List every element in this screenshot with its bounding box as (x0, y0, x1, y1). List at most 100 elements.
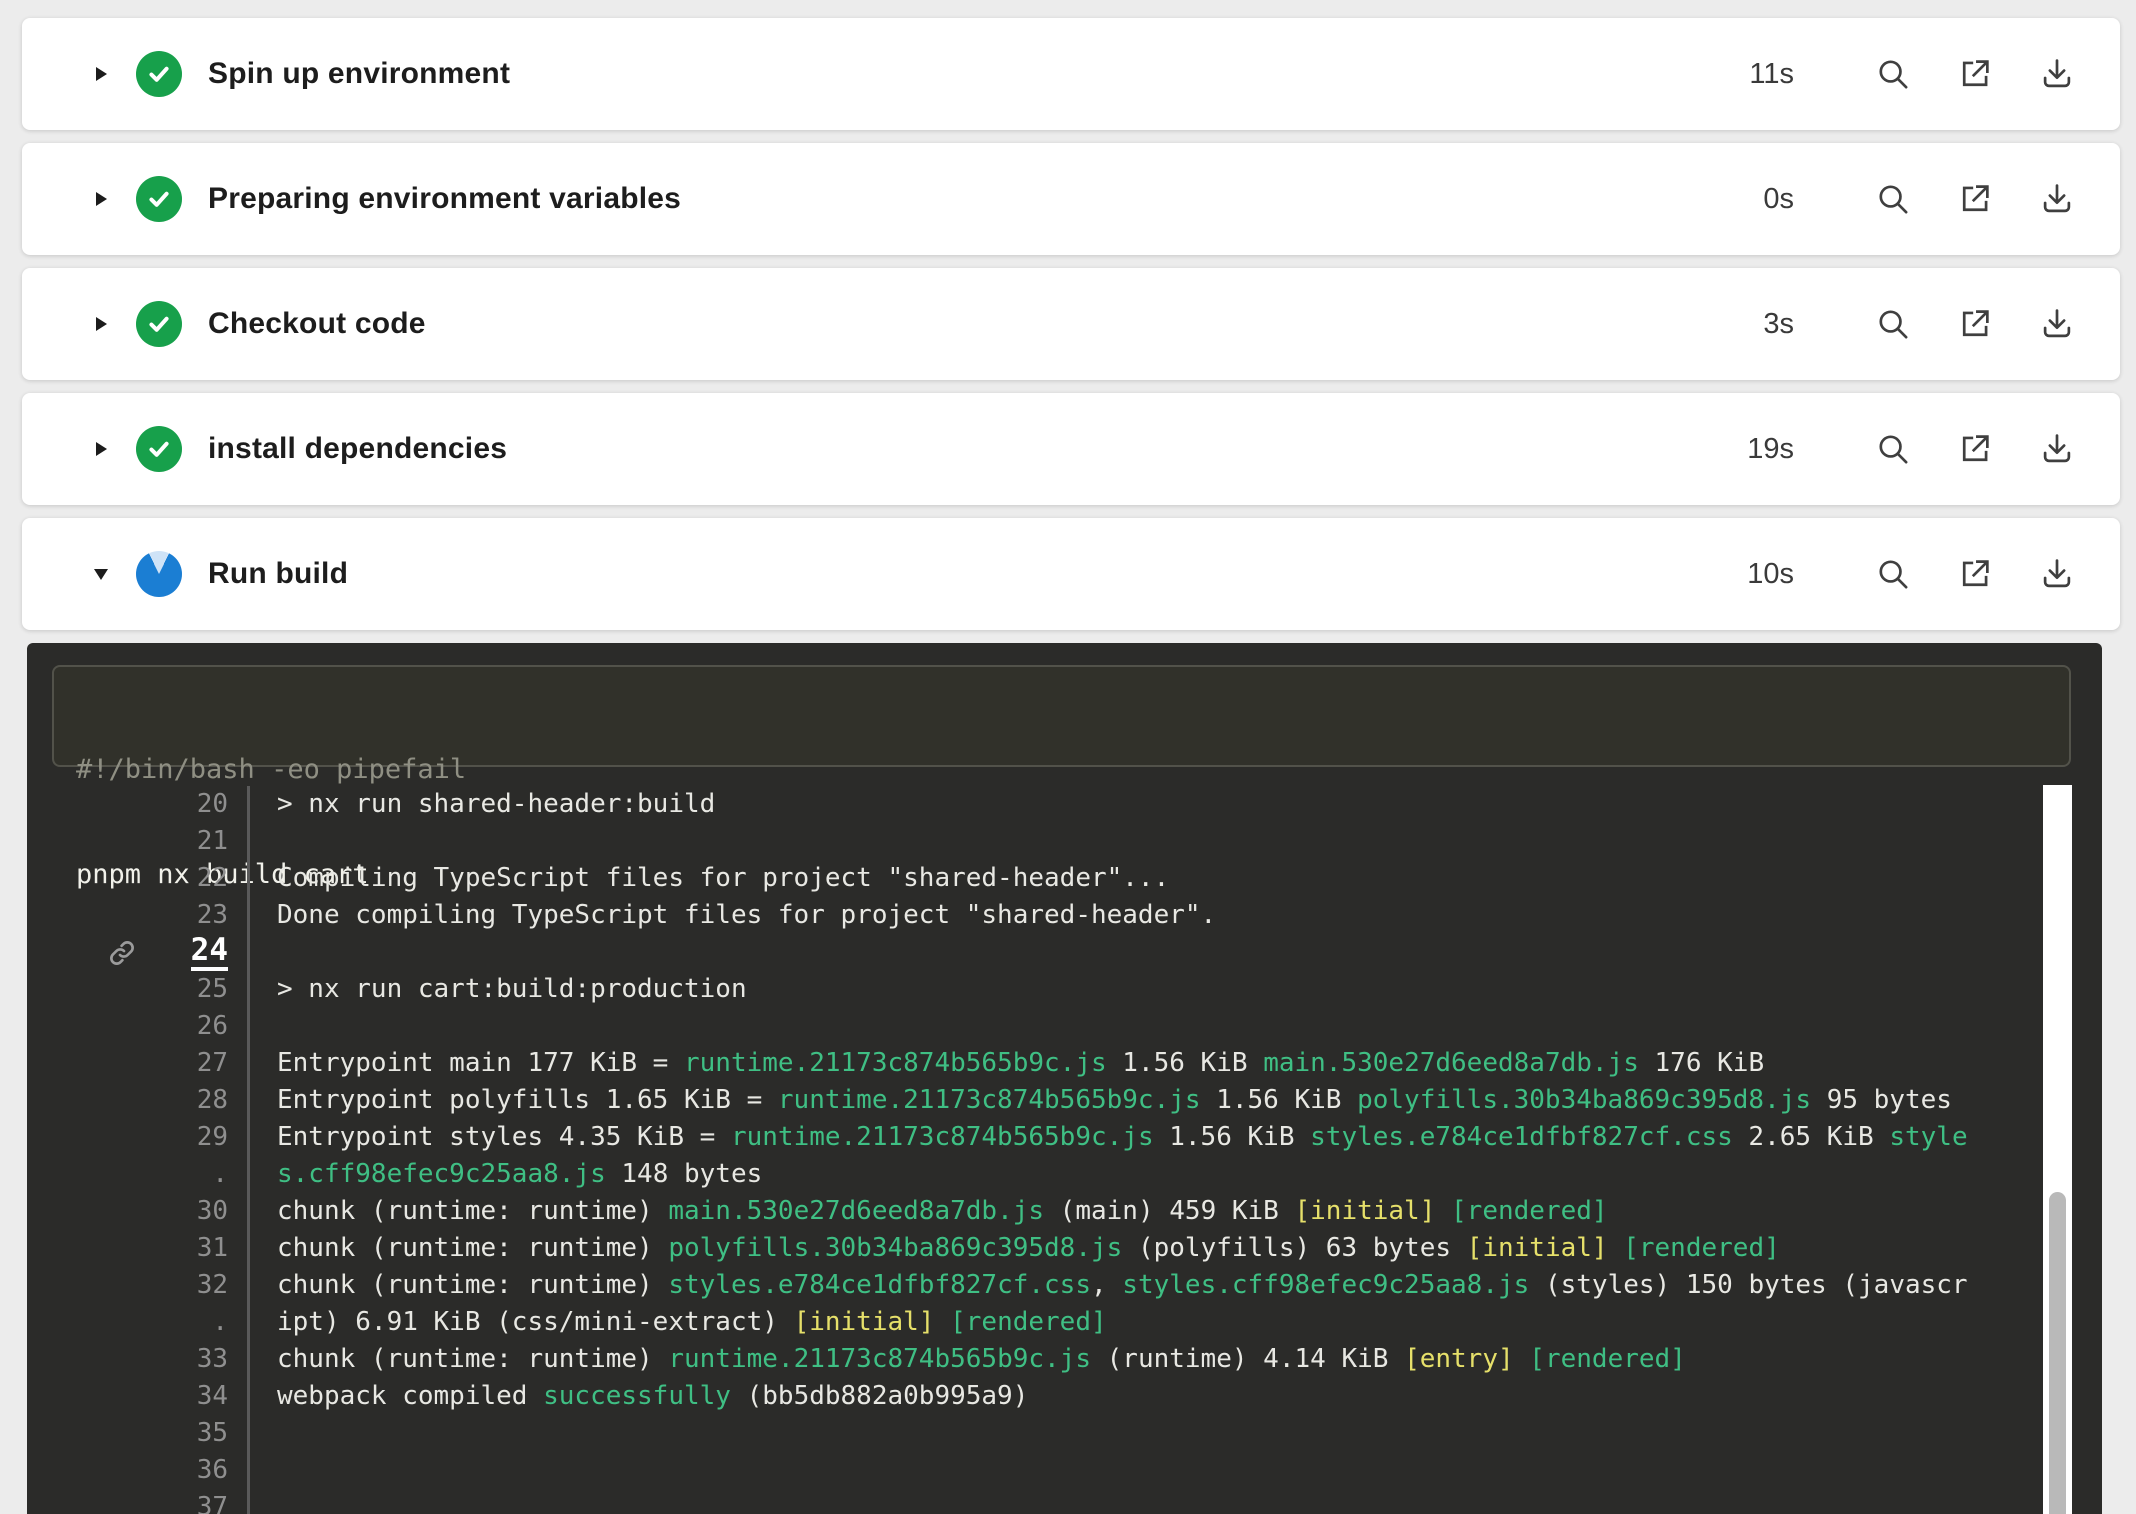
status-success-icon (136, 301, 182, 347)
log-lines: 20 > nx run shared-header:build 21 22 Compil… (27, 786, 2102, 1514)
search-icon[interactable] (1874, 55, 1912, 93)
log-line: 22 Compiling TypeScript files for project… (27, 860, 2102, 897)
log-line: 33 chunk (runtime: runtime) runtime.21173… (27, 1341, 2102, 1378)
line-number[interactable]: 27 (27, 1047, 228, 1080)
log-line: 27Entrypoint main 177 KiB = runtime.2117… (27, 1045, 2102, 1082)
log-line: 25 > nx run cart:build:production (27, 971, 2102, 1008)
log-line: 31 chunk (runtime: runtime) polyfills.30b… (27, 1230, 2102, 1267)
download-icon[interactable] (2038, 305, 2076, 343)
line-number[interactable]: 30 (27, 1195, 228, 1228)
log-line: 35 (27, 1415, 2102, 1452)
terminal-scrollbar-thumb[interactable] (2049, 1192, 2066, 1514)
log-text (247, 1452, 277, 1489)
download-icon[interactable] (2038, 55, 2076, 93)
log-text: s.cff98efec9c25aa8.js 148 bytes (247, 1156, 762, 1193)
step-card-run-build[interactable]: Run build 10s (22, 518, 2120, 630)
command-box: #!/bin/bash -eo pipefail pnpm nx build c… (52, 665, 2071, 767)
log-text: Done compiling TypeScript files for proj… (247, 897, 1216, 934)
status-running-icon (136, 551, 182, 597)
step-duration: 11s (1749, 58, 1794, 91)
log-line: 36 (27, 1452, 2102, 1489)
line-number[interactable]: 25 (27, 973, 228, 1006)
line-number[interactable]: 28 (27, 1084, 228, 1117)
status-success-icon (136, 426, 182, 472)
step-duration: 3s (1763, 308, 1794, 341)
step-duration: 19s (1747, 433, 1794, 466)
log-line: 26 (27, 1008, 2102, 1045)
line-number[interactable]: 26 (27, 1010, 228, 1043)
open-in-new-icon[interactable] (1956, 55, 1994, 93)
line-number[interactable]: . (27, 1306, 228, 1339)
log-text (247, 934, 277, 971)
chevron-right-icon[interactable] (92, 65, 110, 83)
line-number[interactable]: 37 (27, 1491, 228, 1514)
search-icon[interactable] (1874, 555, 1912, 593)
chevron-down-icon[interactable] (92, 565, 110, 583)
step-label: Spin up environment (208, 57, 510, 91)
line-number[interactable]: 35 (27, 1417, 228, 1450)
step-card-checkout-code[interactable]: Checkout code 3s (22, 268, 2120, 380)
step-card-install-dependencies[interactable]: install dependencies 19s (22, 393, 2120, 505)
chevron-right-icon[interactable] (92, 315, 110, 333)
line-number[interactable]: 32 (27, 1269, 228, 1302)
line-number[interactable]: 23 (27, 899, 228, 932)
log-line: 20 > nx run shared-header:build (27, 786, 2102, 823)
chevron-right-icon[interactable] (92, 190, 110, 208)
log-line: 29 Entrypoint styles 4.35 KiB = runtime.2… (27, 1119, 2102, 1156)
step-label: Preparing environment variables (208, 182, 681, 216)
log-line: 28Entrypoint polyfills 1.65 KiB = runtim… (27, 1082, 2102, 1119)
log-text: chunk (runtime: runtime) runtime.21173c8… (247, 1341, 1686, 1378)
open-in-new-icon[interactable] (1956, 430, 1994, 468)
line-number[interactable]: 33 (27, 1343, 228, 1376)
line-number[interactable]: 36 (27, 1454, 228, 1487)
log-line: 37 (27, 1489, 2102, 1514)
log-text: > nx run cart:build:production (247, 971, 747, 1008)
line-number[interactable]: 21 (27, 825, 228, 858)
open-in-new-icon[interactable] (1956, 180, 1994, 218)
log-text: chunk (runtime: runtime) main.530e27d6ee… (247, 1193, 1608, 1230)
line-number[interactable]: 31 (27, 1232, 228, 1265)
log-text: > nx run shared-header:build (247, 786, 715, 823)
download-icon[interactable] (2038, 430, 2076, 468)
status-success-icon (136, 176, 182, 222)
step-label: Checkout code (208, 307, 426, 341)
line-number[interactable]: 20 (27, 788, 228, 821)
log-text: Entrypoint styles 4.35 KiB = runtime.211… (247, 1119, 1968, 1156)
log-line: 34webpack compiled successfully (bb5db88… (27, 1378, 2102, 1415)
line-number[interactable]: 34 (27, 1380, 228, 1413)
step-duration: 0s (1763, 183, 1794, 216)
log-text (247, 1008, 277, 1045)
log-line: 32 chunk (runtime: runtime) styles.e784ce… (27, 1267, 2102, 1304)
shebang-line: #!/bin/bash -eo pipefail (76, 752, 2069, 787)
step-card-preparing-environment-variables[interactable]: Preparing environment variables 0s (22, 143, 2120, 255)
build-steps-page: Spin up environment 11s Preparing enviro… (0, 0, 2136, 1514)
log-line: . s.cff98efec9c25aa8.js 148 bytes (27, 1156, 2102, 1193)
terminal-scrollbar-track[interactable] (2043, 785, 2072, 1514)
search-icon[interactable] (1874, 430, 1912, 468)
log-line: 30 chunk (runtime: runtime) main.530e27d6… (27, 1193, 2102, 1230)
log-line: . ipt) 6.91 KiB (css/mini-extract) [initi… (27, 1304, 2102, 1341)
line-number[interactable]: 29 (27, 1121, 228, 1154)
download-icon[interactable] (2038, 180, 2076, 218)
search-icon[interactable] (1874, 305, 1912, 343)
chevron-right-icon[interactable] (92, 440, 110, 458)
line-number[interactable]: 22 (27, 862, 228, 895)
open-in-new-icon[interactable] (1956, 305, 1994, 343)
log-text: chunk (runtime: runtime) polyfills.30b34… (247, 1230, 1780, 1267)
search-icon[interactable] (1874, 180, 1912, 218)
log-text (247, 823, 277, 860)
step-label: Run build (208, 557, 348, 591)
log-text: Compiling TypeScript files for project "… (247, 860, 1169, 897)
link-icon[interactable] (106, 937, 138, 969)
log-text: chunk (runtime: runtime) styles.e784ce1d… (247, 1267, 1968, 1304)
log-text: ipt) 6.91 KiB (css/mini-extract) [initia… (247, 1304, 1107, 1341)
step-label: install dependencies (208, 432, 507, 466)
open-in-new-icon[interactable] (1956, 555, 1994, 593)
log-line: 24 (27, 934, 2102, 971)
download-icon[interactable] (2038, 555, 2076, 593)
step-card-spin-up-environment[interactable]: Spin up environment 11s (22, 18, 2120, 130)
log-text (247, 1489, 277, 1514)
line-number[interactable]: . (27, 1158, 228, 1191)
log-line: 21 (27, 823, 2102, 860)
log-text (247, 1415, 277, 1452)
